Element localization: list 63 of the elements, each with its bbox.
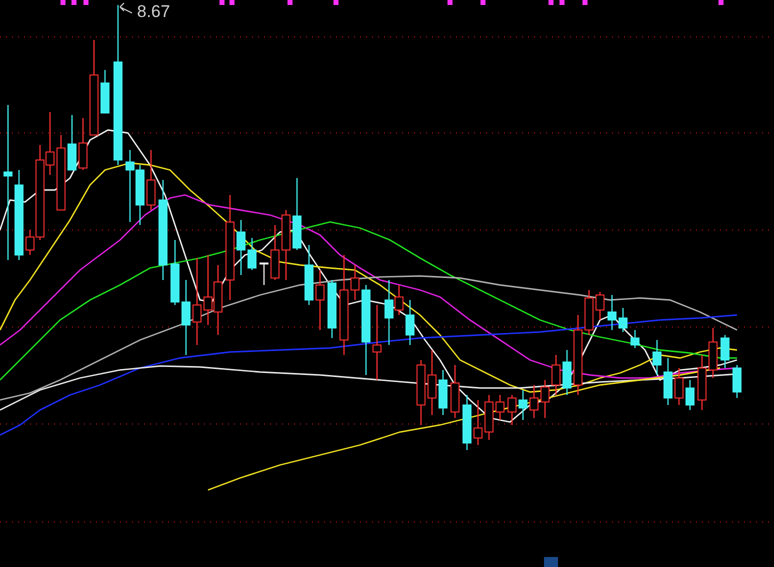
signal-marker-icon	[84, 0, 88, 5]
candlestick	[68, 115, 76, 170]
candlestick	[698, 355, 706, 410]
arrow-icon	[119, 2, 133, 14]
signal-marker-icon	[582, 0, 588, 5]
signal-marker-icon	[334, 0, 338, 5]
signal-marker-icon	[560, 0, 564, 5]
candlestick	[664, 358, 672, 405]
candlestick	[562, 350, 572, 395]
candlestick	[674, 368, 684, 405]
candlestick	[720, 335, 730, 368]
candlestick	[214, 265, 222, 335]
candlestick	[474, 400, 482, 445]
candlestick	[584, 290, 594, 335]
candlestick	[496, 395, 504, 420]
candlestick	[462, 395, 472, 450]
candlestick	[686, 380, 694, 410]
candlestick	[406, 300, 414, 345]
candlestick	[732, 365, 742, 398]
candlestick	[236, 220, 246, 275]
candlestick	[328, 280, 336, 338]
candlestick	[596, 292, 604, 320]
candlestick	[204, 255, 212, 325]
candlestick	[100, 70, 110, 114]
candlestick	[292, 178, 302, 250]
candlestick	[350, 265, 360, 300]
signal-marker-icon	[288, 0, 292, 5]
candlestick	[518, 390, 528, 420]
candlestick	[630, 330, 640, 348]
candlestick	[652, 340, 662, 375]
candlestick	[282, 210, 290, 280]
signal-marker-icon	[72, 0, 76, 5]
candlestick	[126, 150, 134, 222]
signal-marker-icon	[718, 0, 724, 5]
candlestick	[428, 350, 436, 415]
candlestick	[416, 360, 426, 425]
info-badge-icon	[544, 557, 558, 567]
candlestick	[530, 385, 538, 418]
candlestick	[136, 165, 144, 225]
candlestick	[484, 395, 494, 440]
candlestick	[708, 328, 718, 378]
signal-marker-icon	[220, 0, 224, 5]
candlestick	[316, 270, 324, 330]
signal-marker-icon	[60, 0, 66, 5]
candlestick	[438, 370, 448, 415]
candlestick	[608, 295, 616, 330]
candlestick	[270, 225, 280, 280]
candlestick	[78, 118, 88, 170]
signal-marker-icon	[230, 0, 234, 5]
candlestick	[304, 245, 314, 305]
candlestick	[146, 150, 156, 210]
candlestick	[552, 355, 560, 395]
signal-marker-icon	[480, 0, 486, 5]
candlestick	[450, 365, 460, 418]
signal-marker-icon	[448, 0, 452, 5]
candlestick	[170, 240, 180, 305]
signal-marker-icon	[548, 0, 554, 5]
candlestick	[508, 395, 516, 425]
candlestick	[618, 308, 628, 332]
high-price-label: 8.67	[137, 2, 170, 22]
candlestick	[248, 238, 256, 270]
candlestick	[260, 262, 268, 285]
candlestick	[540, 380, 550, 418]
